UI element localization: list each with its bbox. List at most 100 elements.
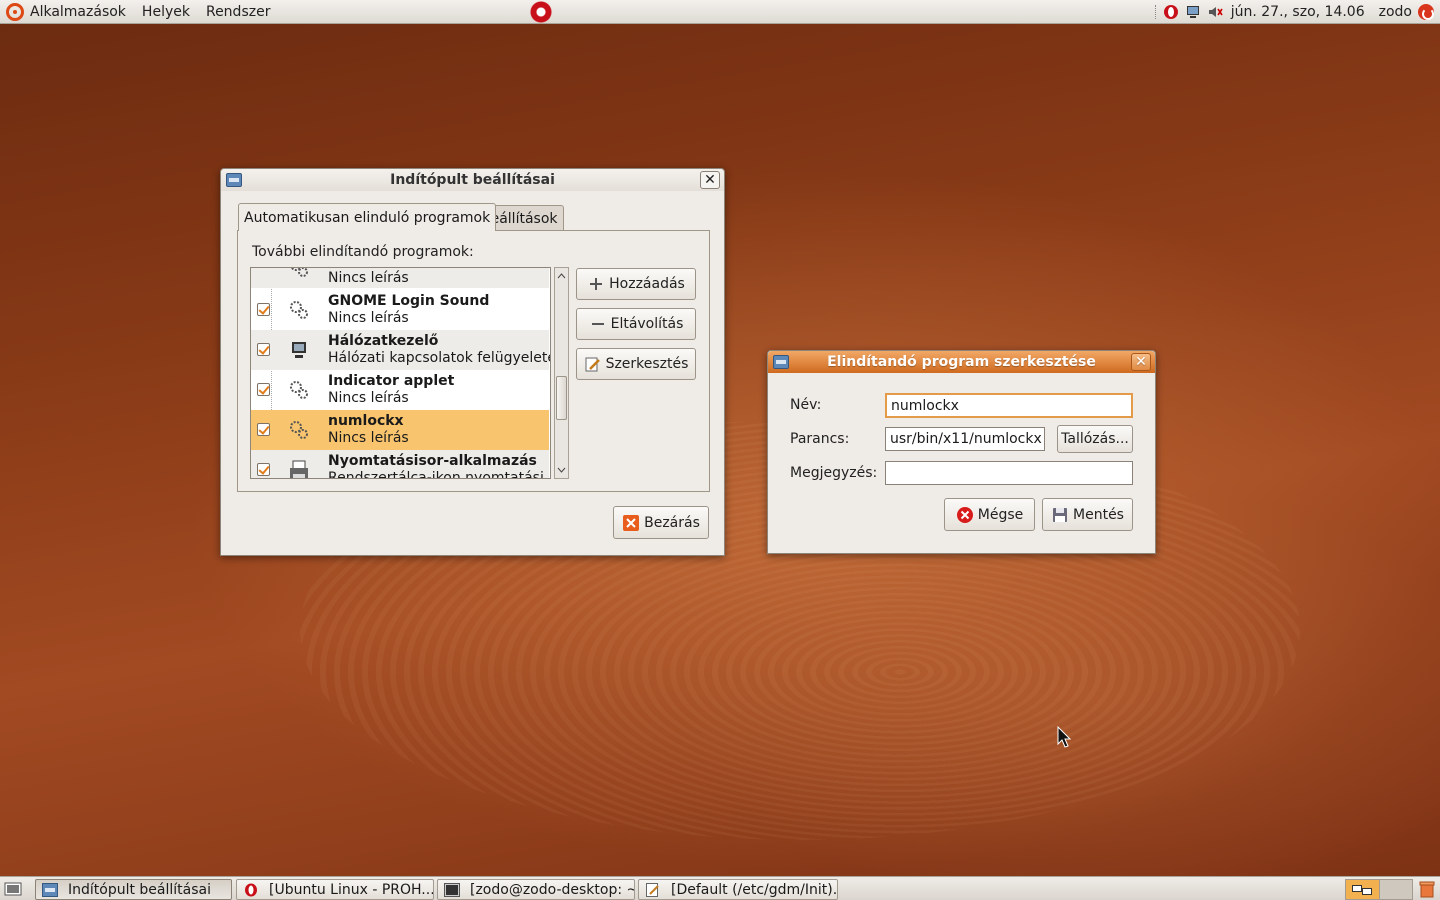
gears-icon [290, 421, 308, 439]
startup-window-title: Indítópult beállításai [390, 172, 555, 188]
opera-tray-icon[interactable] [1163, 4, 1179, 20]
edit-dialog-titlebar[interactable]: Elindítandó program szerkesztése ✕ [768, 351, 1155, 373]
gears-icon [290, 381, 308, 399]
opera-launcher-icon[interactable] [530, 1, 552, 23]
power-icon[interactable] [1418, 4, 1434, 20]
close-icon [623, 514, 640, 531]
program-name: Nyomtatásisor-alkalmazás [328, 453, 537, 469]
program-name: GNOME Login Sound [328, 293, 490, 309]
enabled-checkbox[interactable] [257, 463, 270, 476]
volume-muted-icon[interactable] [1207, 4, 1223, 20]
close-button[interactable]: Bezárás [613, 506, 709, 539]
remove-button[interactable]: Eltávolítás [576, 308, 696, 340]
printer-icon [290, 460, 308, 478]
taskbar-item-label: [zodo@zodo-desktop: ~] [470, 881, 635, 898]
list-item[interactable]: Nyomtatásisor-alkalmazás Rendszertálca-i… [251, 450, 549, 479]
save-icon [1053, 507, 1068, 522]
gears-icon [290, 268, 308, 277]
cancel-button-label: Mégse [977, 506, 1024, 523]
system-tray: jún. 27., szo, 14.06 zodo [1154, 0, 1440, 24]
close-button-label: Bezárás [644, 514, 700, 531]
close-window-icon[interactable]: ✕ [1131, 353, 1151, 371]
cancel-button[interactable]: Mégse [944, 498, 1035, 531]
taskbar-item-terminal[interactable]: [zodo@zodo-desktop: ~] [437, 879, 635, 900]
enabled-checkbox[interactable] [257, 303, 270, 316]
comment-label: Megjegyzés: [790, 465, 878, 481]
browse-button-label: Tallózás... [1061, 431, 1129, 447]
opera-app-icon [245, 883, 257, 896]
places-menu[interactable]: Helyek [134, 0, 198, 24]
close-window-icon[interactable]: ✕ [700, 171, 720, 189]
program-description: Rendszertálca-ikon nyomtatási [328, 470, 544, 479]
enabled-checkbox[interactable] [257, 343, 270, 356]
list-item[interactable]: Hálózatkezelő Hálózati kapcsolatok felüg… [251, 330, 551, 370]
cancel-icon [956, 506, 973, 523]
plus-icon [590, 278, 603, 290]
edit-button-label: Szerkesztés [605, 356, 689, 372]
enabled-checkbox[interactable] [257, 423, 270, 436]
edit-startup-program-dialog: Elindítandó program szerkesztése ✕ Név: … [767, 350, 1156, 554]
startup-programs-list[interactable]: Nincs leírás GNOME Login Sound Nincs leí… [250, 267, 551, 479]
workspace-switcher[interactable] [1345, 879, 1413, 900]
list-item-selected[interactable]: numlockx Nincs leírás [251, 410, 549, 450]
text-editor-app-icon [646, 882, 659, 897]
list-scrollbar[interactable] [554, 267, 569, 479]
list-item[interactable]: GNOME Login Sound Nincs leírás [251, 290, 549, 330]
add-button-label: Hozzáadás [609, 276, 685, 292]
taskbar-item-startup-preferences[interactable]: Indítópult beállításai [35, 879, 232, 900]
clock[interactable]: jún. 27., szo, 14.06 [1231, 4, 1365, 20]
trash-icon[interactable] [1419, 880, 1435, 898]
command-field[interactable]: usr/bin/x11/numlockx o [885, 427, 1045, 451]
gears-icon [290, 301, 308, 319]
additional-programs-label: További elindítandó programok: [252, 244, 474, 260]
program-description: Nincs leírás [328, 390, 409, 406]
workspace-1[interactable] [1346, 880, 1379, 899]
command-label: Parancs: [790, 431, 850, 447]
startup-preferences-window: Indítópult beállításai ✕ Automatikusan e… [220, 168, 725, 556]
program-name: Indicator applet [328, 373, 455, 389]
show-desktop-icon[interactable] [4, 881, 22, 897]
program-name: numlockx [328, 413, 404, 429]
applications-menu[interactable]: Alkalmazások [0, 0, 134, 24]
taskbar-item-label: [Default (/etc/gdm/Init)... [671, 881, 838, 898]
browse-button[interactable]: Tallózás... [1057, 425, 1133, 453]
terminal-app-icon [444, 882, 460, 897]
name-label: Név: [790, 397, 822, 413]
save-button[interactable]: Mentés [1042, 498, 1133, 531]
scrollbar-thumb[interactable] [556, 376, 567, 420]
scroll-down-icon[interactable] [555, 464, 568, 476]
applications-menu-label: Alkalmazások [30, 3, 126, 20]
list-item[interactable]: Nincs leírás [251, 268, 549, 288]
minus-icon [591, 323, 604, 325]
program-description: Nincs leírás [328, 270, 409, 286]
bottom-panel: Indítópult beállításai [Ubuntu Linux - P… [0, 876, 1440, 900]
taskbar-item-text-editor[interactable]: [Default (/etc/gdm/Init)... [638, 879, 838, 900]
startup-app-icon [42, 882, 58, 897]
mouse-pointer-icon [1057, 726, 1071, 748]
taskbar-item-opera[interactable]: [Ubuntu Linux - PROH... [236, 879, 434, 900]
taskbar-item-label: [Ubuntu Linux - PROH... [269, 881, 434, 898]
network-tray-icon[interactable] [1185, 4, 1201, 20]
workspace-2[interactable] [1378, 880, 1412, 899]
system-menu[interactable]: Rendszer [198, 0, 278, 24]
window-menu-icon[interactable] [226, 173, 242, 187]
remove-button-label: Eltávolítás [610, 316, 684, 332]
taskbar-item-label: Indítópult beállításai [68, 881, 212, 898]
startup-window-titlebar[interactable]: Indítópult beállításai ✕ [221, 169, 724, 191]
user-switcher[interactable]: zodo [1379, 4, 1412, 20]
enabled-checkbox[interactable] [257, 383, 270, 396]
program-name: Hálózatkezelő [328, 333, 439, 349]
edit-dialog-title: Elindítandó program szerkesztése [827, 354, 1096, 370]
window-menu-icon[interactable] [773, 355, 789, 369]
tab-startup-programs[interactable]: Automatikusan elinduló programok [238, 203, 497, 231]
top-panel: Alkalmazások Helyek Rendszer jún. 27., s… [0, 0, 1440, 24]
scroll-up-icon[interactable] [555, 270, 568, 282]
ubuntu-logo-icon [6, 2, 24, 21]
program-description: Hálózati kapcsolatok felügyelete [328, 350, 551, 366]
name-field[interactable]: numlockx [885, 393, 1133, 418]
add-button[interactable]: Hozzáadás [576, 268, 696, 300]
edit-button[interactable]: Szerkesztés [576, 348, 696, 380]
program-description: Nincs leírás [328, 310, 409, 326]
list-item[interactable]: Indicator applet Nincs leírás [251, 370, 549, 410]
comment-field[interactable] [885, 461, 1133, 485]
